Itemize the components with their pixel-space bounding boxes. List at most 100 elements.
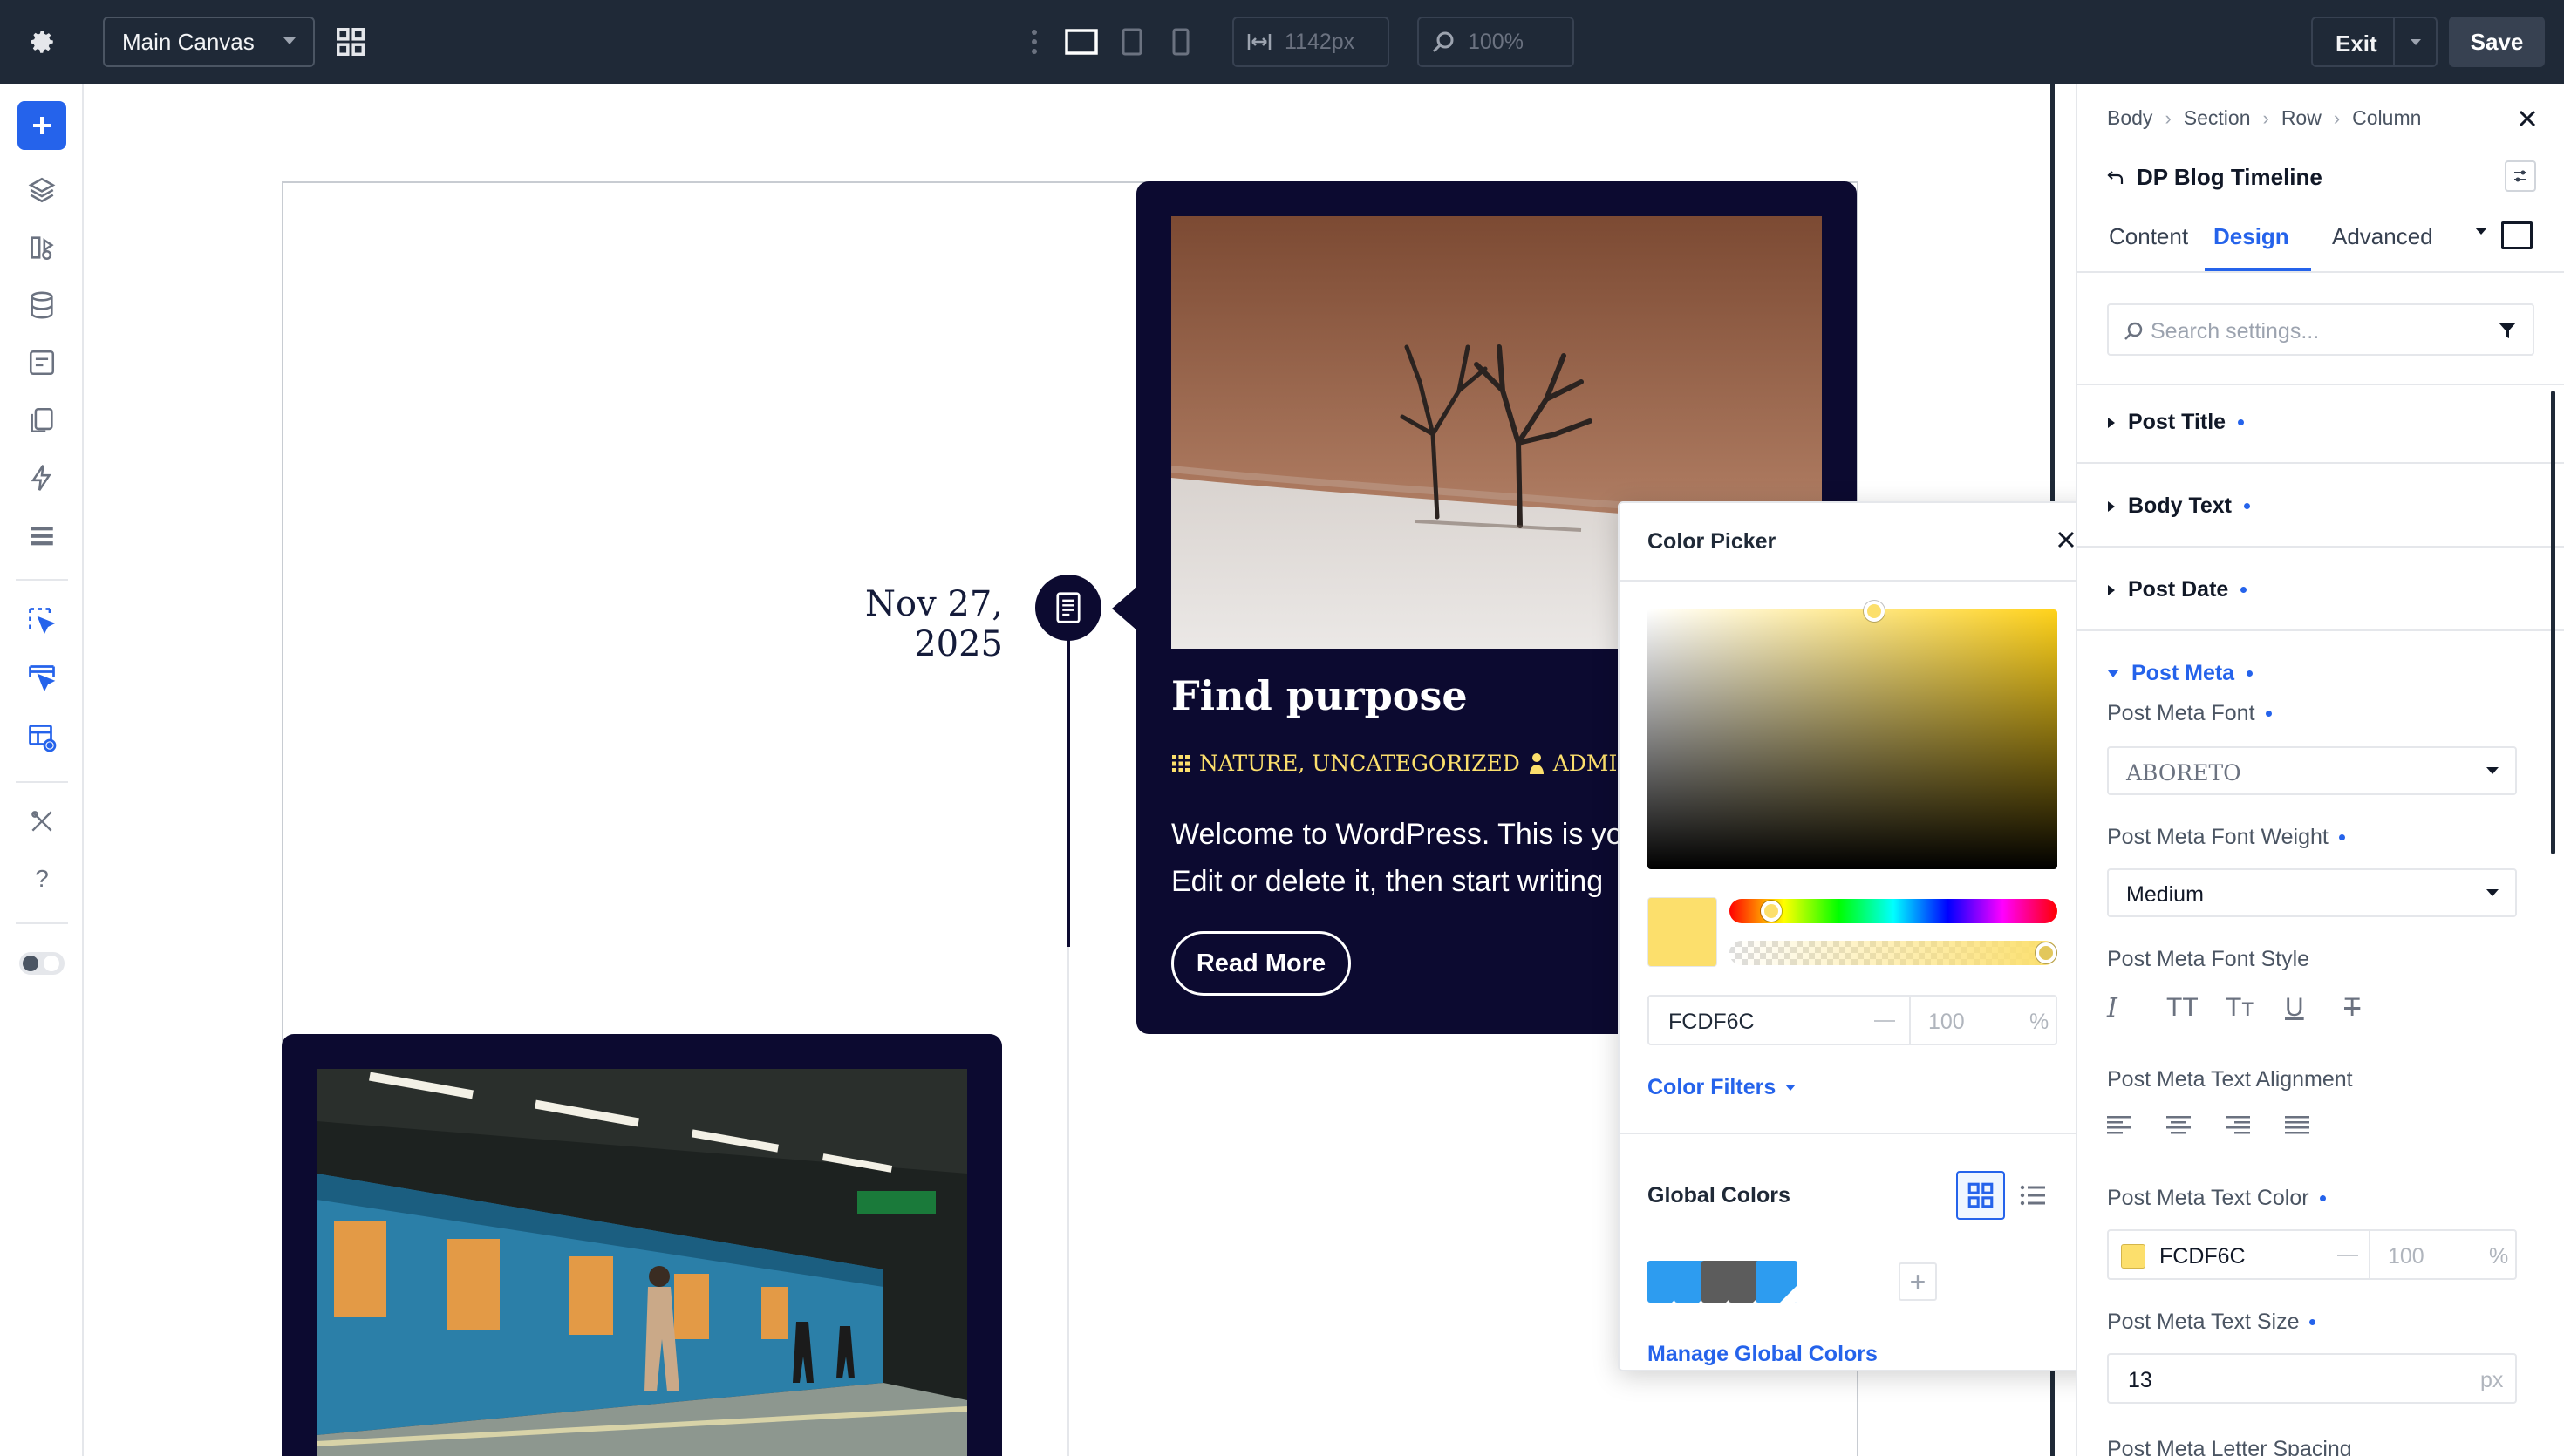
opacity-input[interactable]: 100 [1928,1010,1965,1035]
align-center-icon[interactable] [2166,1114,2191,1135]
color-picker-popover: Color Picker FCDF6C 100 % Color Filters … [1618,501,2104,1371]
tools-icon[interactable] [24,804,59,839]
tab-design[interactable]: Design [2213,223,2289,250]
theme-builder-icon[interactable] [24,230,59,265]
text-color-value: FCDF6C [2159,1244,2246,1269]
preset-box-icon[interactable] [2501,221,2533,249]
font-weight-select[interactable]: Medium [2107,868,2517,917]
text-color-field[interactable]: FCDF6C 100 % [2107,1229,2517,1280]
group-post-date[interactable]: Post Date [2107,577,2247,602]
list-layout-icon[interactable] [24,518,59,553]
current-color-swatch [1647,897,1717,967]
filter-icon[interactable] [2498,321,2517,340]
phone-view-icon[interactable] [1167,24,1195,59]
align-justify-icon[interactable] [2285,1114,2309,1135]
field-label: Post Meta Text Color [2107,1186,2326,1211]
align-left-icon[interactable] [2107,1114,2131,1135]
tablet-view-icon[interactable] [1116,24,1148,59]
manage-global-colors-link[interactable]: Manage Global Colors [1647,1342,1878,1367]
lightning-icon[interactable] [24,460,59,495]
save-button[interactable]: Save [2449,17,2545,67]
field-label: Post Meta Text Alignment [2107,1067,2353,1092]
strikethrough-icon[interactable]: T [2344,990,2404,1025]
add-element-button[interactable] [17,101,66,150]
font-weight-value: Medium [2126,882,2204,907]
global-color-swatch[interactable] [1756,1261,1797,1303]
help-icon[interactable]: ? [24,861,59,896]
breadcrumb-section[interactable]: Section [2184,106,2251,130]
opacity-slider[interactable] [1729,941,2057,965]
tab-content[interactable]: Content [2109,223,2188,250]
plus-icon [33,117,51,134]
blog-post-card [282,1034,1002,1456]
canvas-width-field[interactable]: 1142px [1232,17,1389,67]
underline-icon[interactable]: U [2285,990,2344,1025]
breadcrumb-row[interactable]: Row [2281,106,2322,130]
text-size-input[interactable]: 13 px [2107,1353,2517,1404]
settings-scrollbar[interactable] [2551,391,2555,854]
post-meta-categories: NATURE, UNCATEGORIZED [1199,751,1520,776]
document-icon [1056,592,1081,623]
italic-icon[interactable]: I [2107,990,2166,1025]
list-view-icon[interactable] [2019,1181,2047,1209]
grid-view-icon[interactable] [1956,1171,2005,1220]
gear-icon[interactable] [24,24,59,59]
toggle-knob [23,956,38,971]
group-label: Post Title [2128,410,2226,434]
desktop-view-icon[interactable] [1062,24,1101,59]
text-size-value: 13 [2128,1368,2152,1392]
timeline-line-lower [1067,947,1069,1456]
group-label: Post Date [2128,577,2229,602]
module-title-text: DP Blog Timeline [2137,164,2322,190]
width-arrows-icon [1247,34,1272,50]
exit-button[interactable]: Exit [2311,17,2438,67]
dark-mode-toggle[interactable] [19,952,65,975]
text-color-swatch[interactable] [2121,1244,2145,1269]
select-row-icon[interactable] [24,661,59,696]
font-select[interactable]: ABORETO [2107,746,2517,795]
form-icon[interactable] [24,345,59,380]
select-element-icon[interactable] [24,603,59,638]
more-vertical-icon[interactable] [1026,24,1043,59]
database-icon[interactable] [24,288,59,323]
back-arrow-icon[interactable] [2107,169,2124,187]
post-title: Find purpose [1171,672,1468,719]
subway-train-image [317,1069,967,1456]
group-body-text[interactable]: Body Text [2107,493,2250,519]
group-post-meta[interactable]: Post Meta [2107,661,2254,686]
save-label: Save [2470,28,2524,55]
close-icon[interactable] [2513,105,2541,133]
saturation-handle[interactable] [1864,601,1885,622]
grid-layout-icon[interactable] [331,23,370,61]
group-post-title[interactable]: Post Title [2107,410,2245,435]
hex-input[interactable]: FCDF6C 100 % [1647,995,2057,1045]
breadcrumb-body[interactable]: Body [2107,106,2152,130]
uppercase-icon[interactable]: TT [2166,990,2226,1025]
opacity-handle[interactable] [2036,942,2056,963]
chevron-right-icon: › [2262,106,2269,129]
chevron-down-icon[interactable] [2409,37,2423,48]
zoom-field[interactable]: 100% [1417,17,1574,67]
read-more-button[interactable]: Read More [1171,931,1351,996]
section-settings-icon[interactable] [24,720,59,755]
caret-down-icon[interactable] [2473,225,2489,237]
text-color-opacity[interactable]: 100 [2388,1244,2424,1269]
chevron-down-icon [1785,1084,1797,1091]
capitalize-icon[interactable]: Tт [2226,990,2285,1025]
caret-down-icon [2486,889,2499,896]
canvas-select[interactable]: Main Canvas [103,17,315,67]
hue-handle[interactable] [1761,901,1782,922]
breadcrumb-column[interactable]: Column [2352,106,2421,130]
layers-icon[interactable] [24,173,59,208]
color-filters-toggle[interactable]: Color Filters [1647,1075,1797,1100]
pages-icon[interactable] [24,403,59,438]
zoom-value: 100% [1468,29,1524,54]
add-global-color-button[interactable]: + [1899,1262,1937,1301]
card-pointer [1112,586,1138,631]
tab-advanced[interactable]: Advanced [2332,223,2433,250]
saturation-brightness-area[interactable] [1647,609,2057,869]
settings-search-input[interactable]: Search settings... [2107,303,2534,356]
font-style-buttons: I TT Tт U T [2107,990,2404,1025]
module-options-icon[interactable] [2505,160,2536,192]
align-right-icon[interactable] [2226,1114,2250,1135]
